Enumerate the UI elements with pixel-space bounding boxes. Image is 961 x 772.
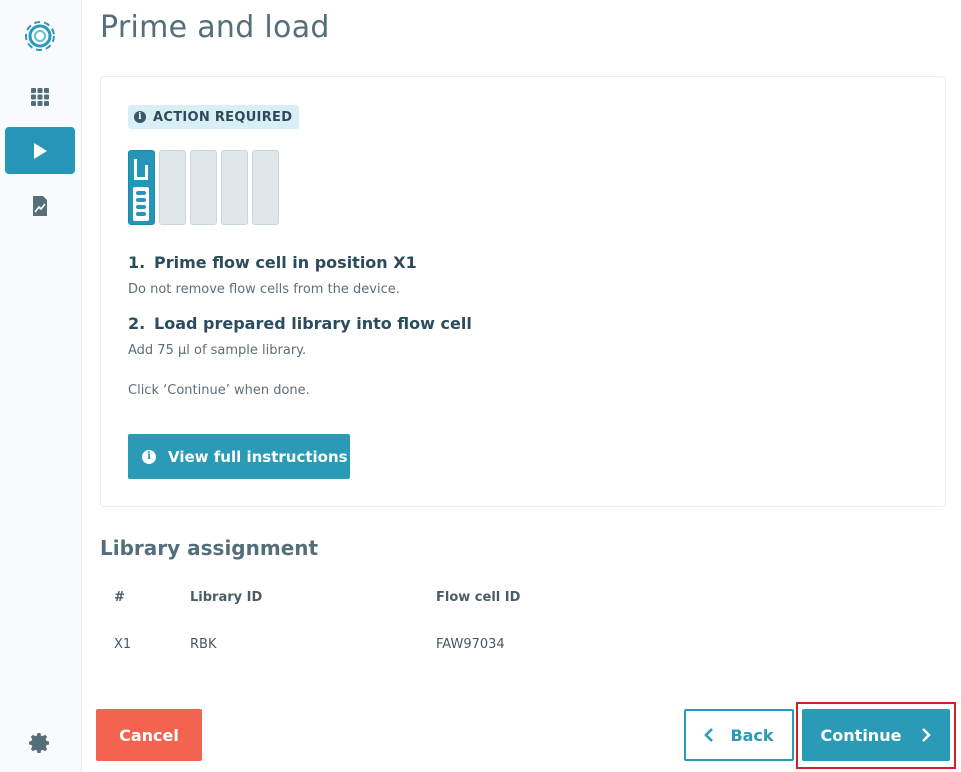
badge-label: ACTION REQUIRED bbox=[153, 109, 293, 125]
sidebar-item-run[interactable] bbox=[5, 127, 75, 174]
column-header-number: # bbox=[114, 590, 125, 605]
view-instructions-label: View full instructions bbox=[168, 447, 348, 466]
flow-cell-slot bbox=[221, 150, 248, 225]
column-header-flow-cell-id: Flow cell ID bbox=[436, 590, 521, 605]
action-card: i ACTION REQUIRED 1. Prime flow cell in p… bbox=[100, 76, 946, 507]
flow-cell-slot bbox=[159, 150, 186, 225]
cell-position: X1 bbox=[114, 637, 132, 652]
info-icon: i bbox=[134, 111, 146, 123]
gear-icon bbox=[29, 733, 49, 753]
flow-cell-slot bbox=[252, 150, 279, 225]
continue-label: Continue bbox=[820, 725, 902, 745]
flow-cell-slots bbox=[128, 150, 279, 225]
info-icon: i bbox=[142, 449, 156, 464]
play-icon bbox=[34, 142, 47, 159]
step-2-description: Add 75 µl of sample library. bbox=[128, 343, 307, 358]
view-instructions-button[interactable]: i View full instructions bbox=[128, 434, 350, 479]
sidebar bbox=[0, 0, 82, 772]
step-1-description: Do not remove flow cells from the device… bbox=[128, 282, 400, 297]
cancel-button[interactable]: Cancel bbox=[96, 709, 202, 761]
column-header-library-id: Library ID bbox=[190, 590, 263, 605]
report-icon bbox=[33, 195, 47, 216]
flow-cell-slot bbox=[190, 150, 217, 225]
sidebar-item-apps[interactable] bbox=[5, 73, 75, 120]
table-header: # Library ID Flow cell ID bbox=[100, 590, 946, 614]
table-row: X1 RBK FAW97034 bbox=[100, 637, 946, 661]
step-1-title: 1. Prime flow cell in position X1 bbox=[128, 253, 417, 272]
done-instruction-text: Click ‘Continue’ when done. bbox=[128, 383, 310, 398]
sidebar-item-reports[interactable] bbox=[5, 182, 75, 229]
step-2-title: 2. Load prepared library into flow cell bbox=[128, 314, 472, 333]
chevron-left-icon bbox=[704, 728, 714, 742]
app-logo-icon[interactable] bbox=[23, 19, 57, 53]
flow-cell-slot-active bbox=[128, 150, 155, 225]
cell-library-id: RBK bbox=[190, 637, 217, 652]
library-assignment-title: Library assignment bbox=[100, 536, 319, 560]
flow-cell-icon bbox=[133, 159, 149, 221]
chevron-right-icon bbox=[922, 728, 932, 742]
back-button[interactable]: Back bbox=[684, 709, 794, 761]
grid-icon bbox=[31, 87, 49, 106]
action-required-badge: i ACTION REQUIRED bbox=[128, 105, 300, 129]
page-title: Prime and load bbox=[100, 10, 330, 45]
continue-button[interactable]: Continue bbox=[802, 709, 950, 761]
back-label: Back bbox=[730, 725, 774, 745]
sidebar-item-settings[interactable] bbox=[28, 731, 52, 755]
cell-flow-cell-id: FAW97034 bbox=[436, 637, 505, 652]
